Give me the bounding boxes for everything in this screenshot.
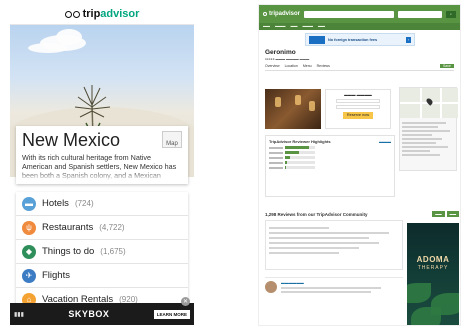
map[interactable] <box>400 88 458 118</box>
write-review-button[interactable]: ▬▬ <box>432 211 445 217</box>
owl-logo-icon <box>64 10 80 18</box>
map-label: Map <box>166 141 178 147</box>
category-count: (4,722) <box>99 223 125 232</box>
category-label: Flights <box>42 270 70 281</box>
ad-banner[interactable]: ▮▮▮ SKYBOX LEARN MORE ✕ <box>10 297 194 325</box>
review-title[interactable]: ▬▬▬▬▬▬ <box>281 281 381 285</box>
logo[interactable]: tripadvisor <box>83 8 140 20</box>
owl-logo-icon <box>263 12 267 16</box>
category-count: (724) <box>74 199 94 208</box>
nav-link[interactable]: ▬▬▬ <box>275 24 286 29</box>
map-pin-icon <box>425 97 434 106</box>
tab-menu[interactable]: Menu <box>303 64 312 68</box>
ad-learn-more-button[interactable]: LEARN MORE <box>153 309 190 319</box>
tab-location[interactable]: Location <box>285 64 298 68</box>
reviewer-highlights: TripAdvisor Reviewer Highlights ▬▬▬ <box>265 135 395 197</box>
plane-icon: ✈ <box>22 268 36 283</box>
close-icon[interactable]: ✕ <box>181 297 190 306</box>
reserve-button[interactable]: Reserve now <box>343 112 373 119</box>
category-label: Hotels <box>42 198 69 209</box>
ad-brand: SKYBOX <box>68 309 110 319</box>
restaurant-photo[interactable] <box>265 89 321 129</box>
category-flights[interactable]: ✈ Flights <box>16 264 188 288</box>
rating-bar <box>269 146 391 149</box>
reviews-heading: TripAdvisor Reviewer Highlights ▬▬▬ <box>269 139 391 144</box>
review-filters <box>265 220 403 270</box>
search-icon[interactable]: ⌕ <box>446 10 456 18</box>
desktop-header: tripadvisor ⌕ <box>259 5 460 23</box>
date-select[interactable] <box>336 105 380 109</box>
tab-bar: Overview Location Menu Reviews Save <box>265 64 454 71</box>
map-button[interactable]: Map <box>162 131 182 148</box>
rating-bar <box>269 151 391 154</box>
destination-description: With its rich cultural heritage from Nat… <box>22 153 182 181</box>
banner-text: No foreign transaction fees <box>328 37 378 42</box>
location-input[interactable] <box>398 10 442 18</box>
ad-graphic: ▮▮▮ <box>14 311 24 318</box>
rating-bar <box>269 161 391 164</box>
community-heading: 1,298 Reviews from our TripAdvisor Commu… <box>265 211 368 217</box>
bed-icon: ▬ <box>22 196 36 211</box>
tab-overview[interactable]: Overview <box>265 64 280 68</box>
destination-card: New Mexico Map With its rich cultural he… <box>16 126 188 184</box>
category-hotels[interactable]: ▬ Hotels (724) <box>16 192 188 216</box>
rating-bar <box>269 166 391 169</box>
side-ad[interactable]: ADOMA THERAPY <box>407 223 459 325</box>
save-button[interactable]: Save <box>440 64 454 68</box>
category-count: (1,675) <box>100 247 126 256</box>
ad-subtitle: THERAPY <box>417 265 449 271</box>
add-photo-button[interactable]: ▬▬ <box>446 211 459 217</box>
category-restaurants[interactable]: ψ Restaurants (4,722) <box>16 216 188 240</box>
nav-link[interactable]: ▬▬▬ <box>303 24 314 29</box>
rating-bar <box>269 156 391 159</box>
reservation-title: ▬▬▬ ▬▬▬▬ <box>344 93 372 97</box>
ad-title: ADOMA <box>416 255 450 264</box>
main-nav: ▬▬ ▬▬▬ ▬▬ ▬▬▬ ▬▬ <box>259 23 460 30</box>
nav-link[interactable]: ▬▬ <box>263 24 270 29</box>
screenshot-canvas: tripadvisor New Mexico Map With its rich… <box>0 0 463 329</box>
search-input[interactable] <box>304 10 394 18</box>
category-list: ▬ Hotels (724) ψ Restaurants (4,722) ◆ T… <box>16 192 188 312</box>
reservation-widget: ▬▬▬ ▬▬▬▬ Reserve now <box>325 89 391 129</box>
desktop-logo[interactable]: tripadvisor <box>263 11 300 17</box>
fork-knife-icon: ψ <box>22 220 36 235</box>
party-size-select[interactable] <box>336 99 380 103</box>
ticket-icon: ◆ <box>22 244 36 259</box>
tab-reviews[interactable]: Reviews <box>317 64 330 68</box>
community-header: 1,298 Reviews from our TripAdvisor Commu… <box>265 211 459 217</box>
mobile-screen: tripadvisor New Mexico Map With its rich… <box>10 4 194 325</box>
banner-button[interactable]: › <box>405 36 411 43</box>
promo-banner[interactable]: No foreign transaction fees › <box>305 33 415 46</box>
page-title: New Mexico <box>22 130 121 150</box>
nav-link[interactable]: ▬▬ <box>291 24 298 29</box>
category-label: Restaurants <box>42 222 94 233</box>
mobile-header: tripadvisor <box>10 4 194 25</box>
review-item: ▬▬▬▬▬▬ <box>265 277 403 299</box>
see-all-link[interactable]: ▬▬▬ <box>379 139 391 144</box>
address-details <box>400 118 456 160</box>
restaurant-name: Geronimo <box>265 49 296 56</box>
restaurant-meta: ●●●●● ▬▬▬ ▬▬▬▬ ▬▬▬ <box>265 57 310 61</box>
category-label: Things to do <box>42 246 95 257</box>
bank-logo <box>309 35 325 44</box>
avatar[interactable] <box>265 281 277 293</box>
nav-link[interactable]: ▬▬ <box>318 24 325 29</box>
location-box <box>399 87 458 171</box>
category-things-to-do[interactable]: ◆ Things to do (1,675) <box>16 240 188 264</box>
desktop-screen: tripadvisor ⌕ ▬▬ ▬▬▬ ▬▬ ▬▬▬ ▬▬ No foreig… <box>258 4 461 326</box>
